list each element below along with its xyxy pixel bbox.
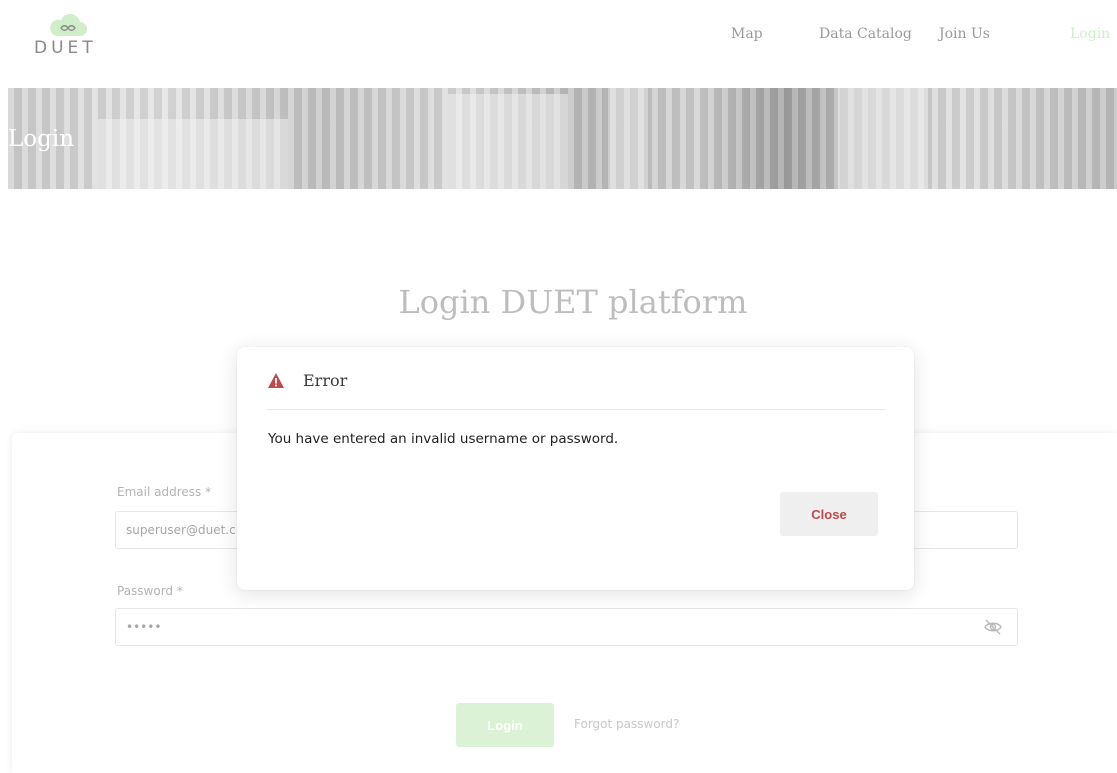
logo-wordmark: DUET — [34, 38, 97, 58]
building-shape — [838, 88, 928, 189]
forgot-password-link[interactable]: Forgot password? — [574, 717, 679, 731]
password-field[interactable]: ••••• — [115, 608, 1018, 646]
login-button[interactable]: Login — [456, 703, 554, 747]
dialog-message: You have entered an invalid username or … — [268, 431, 619, 447]
page-title: Login DUET platform — [398, 283, 748, 321]
building-shape — [98, 119, 288, 189]
nav-login[interactable]: Login — [1070, 26, 1110, 42]
nav-join-us[interactable]: Join Us — [939, 26, 990, 42]
close-button[interactable]: Close — [780, 492, 878, 536]
nav-map[interactable]: Map — [731, 26, 763, 42]
nav-data-catalog[interactable]: Data Catalog — [819, 26, 912, 42]
password-value: ••••• — [126, 620, 162, 634]
error-dialog: Error You have entered an invalid userna… — [237, 347, 914, 590]
building-shape — [448, 94, 568, 189]
password-label: Password * — [117, 584, 183, 598]
building-shape — [608, 88, 648, 189]
hero-banner: Login — [8, 88, 1117, 189]
dialog-title: Error — [303, 371, 348, 390]
cloud-icon — [50, 14, 87, 36]
eye-off-icon[interactable] — [983, 619, 1003, 635]
top-navbar: DUET Map Data Catalog Join Us Login — [0, 0, 1117, 88]
duet-logo[interactable]: DUET — [34, 12, 104, 62]
warning-icon — [268, 373, 284, 388]
email-label: Email address * — [117, 485, 212, 499]
dialog-header: Error — [267, 367, 885, 410]
hero-title: Login — [8, 126, 75, 152]
